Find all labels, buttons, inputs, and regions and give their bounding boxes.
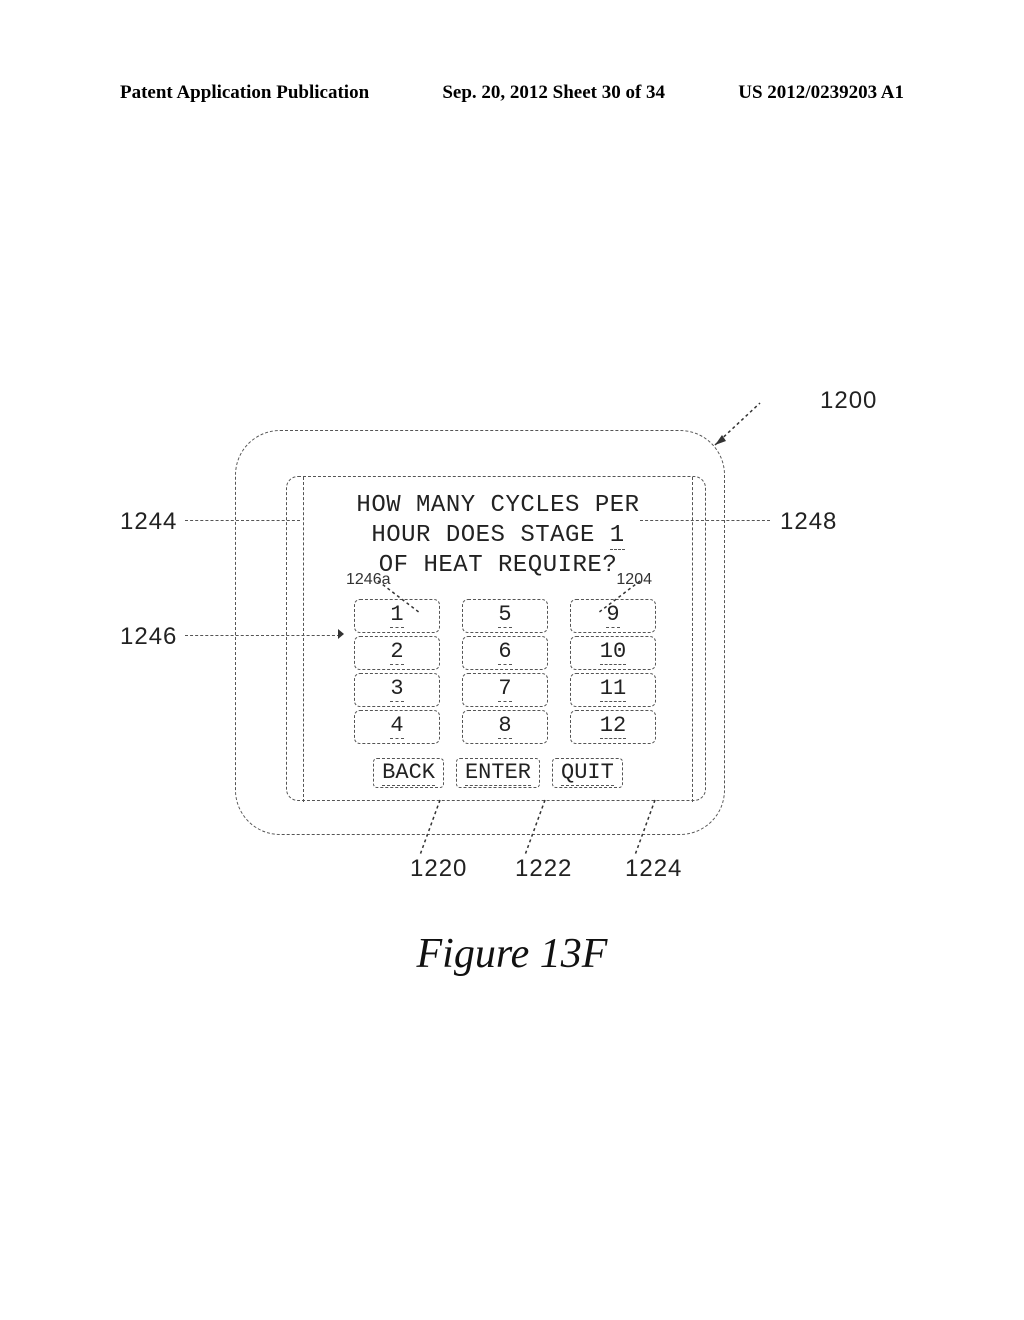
header-publication: Patent Application Publication bbox=[120, 82, 369, 104]
leader-1200 bbox=[700, 395, 820, 455]
quit-button[interactable]: QUIT bbox=[552, 758, 623, 788]
ref-1200: 1200 bbox=[820, 387, 877, 415]
key-5[interactable]: 5 bbox=[462, 599, 548, 633]
header-docket: US 2012/0239203 A1 bbox=[738, 82, 904, 104]
key-4[interactable]: 4 bbox=[354, 710, 440, 744]
key-3[interactable]: 3 bbox=[354, 673, 440, 707]
device-outline: HOW MANY CYCLES PER HOUR DOES STAGE 1 OF… bbox=[235, 430, 725, 835]
prompt-text: HOW MANY CYCLES PER HOUR DOES STAGE 1 OF… bbox=[304, 491, 692, 581]
leader-1204 bbox=[590, 573, 660, 623]
leader-1248 bbox=[640, 520, 770, 521]
ref-1248: 1248 bbox=[780, 508, 837, 536]
figure-caption: Figure 13F bbox=[0, 930, 1024, 978]
key-8[interactable]: 8 bbox=[462, 710, 548, 744]
key-7[interactable]: 7 bbox=[462, 673, 548, 707]
leader-1244 bbox=[185, 520, 300, 521]
prompt-line-2a: HOUR DOES STAGE bbox=[371, 522, 609, 549]
ref-1220: 1220 bbox=[410, 855, 467, 883]
ref-1246: 1246 bbox=[120, 623, 177, 651]
leader-1246 bbox=[185, 635, 340, 636]
page-header: Patent Application Publication Sep. 20, … bbox=[120, 82, 904, 104]
screen: HOW MANY CYCLES PER HOUR DOES STAGE 1 OF… bbox=[303, 477, 693, 802]
ref-1224: 1224 bbox=[625, 855, 682, 883]
ref-1222: 1222 bbox=[515, 855, 572, 883]
key-10[interactable]: 10 bbox=[570, 636, 656, 670]
arrow-1246 bbox=[338, 629, 344, 639]
prompt-line-1: HOW MANY CYCLES PER bbox=[356, 492, 639, 519]
key-11[interactable]: 11 bbox=[570, 673, 656, 707]
screen-bezel: HOW MANY CYCLES PER HOUR DOES STAGE 1 OF… bbox=[286, 476, 706, 801]
key-6[interactable]: 6 bbox=[462, 636, 548, 670]
enter-button[interactable]: ENTER bbox=[456, 758, 540, 788]
leader-1246a bbox=[370, 573, 440, 623]
ref-1244: 1244 bbox=[120, 508, 177, 536]
key-12[interactable]: 12 bbox=[570, 710, 656, 744]
key-2[interactable]: 2 bbox=[354, 636, 440, 670]
header-date-sheet: Sep. 20, 2012 Sheet 30 of 34 bbox=[442, 82, 665, 104]
nav-button-row: BACK ENTER QUIT bbox=[304, 758, 692, 788]
prompt-stage-number: 1 bbox=[610, 522, 625, 550]
back-button[interactable]: BACK bbox=[373, 758, 444, 788]
